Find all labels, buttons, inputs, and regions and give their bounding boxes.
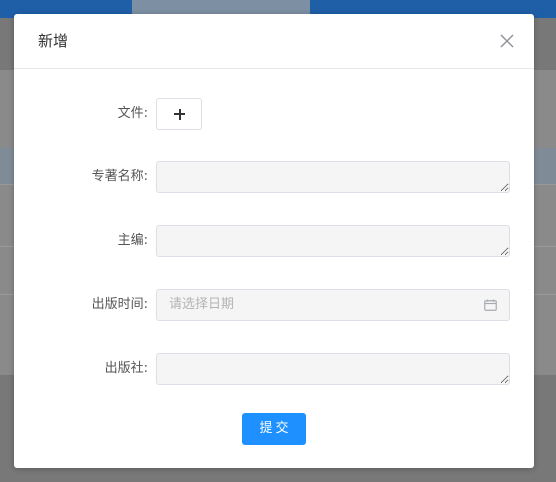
name-textarea[interactable] [156,161,510,193]
file-label: 文件: [117,106,148,121]
form-row-name: 专著名称: [14,161,534,193]
dialog-header: 新增 [14,14,534,69]
publisher-label: 出版社: [104,361,148,376]
form-row-file: 文件: [14,98,534,130]
dialog-title: 新增 [38,32,69,50]
editor-textarea[interactable] [156,225,510,257]
date-placeholder: 请选择日期 [169,297,235,312]
publisher-textarea[interactable] [156,353,510,385]
editor-label: 主编: [117,233,148,248]
name-label: 专著名称: [91,169,148,184]
form-row-publisher: 出版社: [14,353,534,385]
close-icon [500,34,514,48]
close-button[interactable] [498,32,516,50]
form-row-date: 出版时间: 请选择日期 [14,289,534,321]
add-dialog: 新增 文件: 专著名称: 主编: 出版时间: 请选择日期 出版社: 提交 [14,14,534,468]
submit-button[interactable]: 提交 [242,413,306,445]
form-row-editor: 主编: [14,225,534,257]
date-picker-input[interactable]: 请选择日期 [156,289,510,321]
date-label: 出版时间: [91,297,148,312]
upload-button[interactable] [156,98,202,130]
calendar-icon [484,299,497,311]
